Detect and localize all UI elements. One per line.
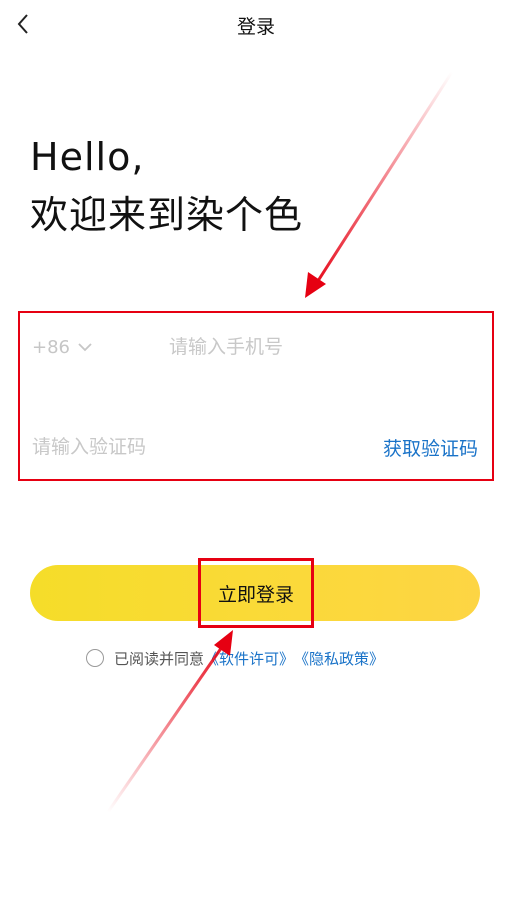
phone-input[interactable]: [169, 327, 469, 367]
phone-row: +86: [20, 317, 492, 377]
greeting: Hello, 欢迎来到染个色: [30, 128, 303, 244]
chevron-down-icon: [78, 342, 92, 352]
agreement-row: 已阅读并同意 《软件许可》 《隐私政策》: [86, 646, 384, 670]
greeting-line-1: Hello,: [30, 135, 145, 179]
code-row: 获取验证码: [20, 417, 492, 477]
get-code-button[interactable]: 获取验证码: [383, 434, 478, 461]
greeting-line-2: 欢迎来到染个色: [30, 193, 304, 237]
software-license-link[interactable]: 《软件许可》: [204, 648, 294, 669]
annotation-arrow-top: [305, 71, 454, 298]
privacy-policy-link[interactable]: 《隐私政策》: [294, 648, 384, 669]
login-form: +86 获取验证码: [18, 311, 494, 481]
verification-code-input[interactable]: [32, 427, 262, 467]
country-code-selector[interactable]: +86: [32, 337, 92, 358]
page-title: 登录: [236, 16, 275, 38]
top-bar: 登录: [0, 0, 512, 52]
agreement-checkbox[interactable]: [86, 649, 104, 667]
login-button[interactable]: [30, 565, 480, 621]
country-code-value: +86: [32, 336, 70, 358]
agreement-text: 已阅读并同意: [114, 649, 205, 668]
